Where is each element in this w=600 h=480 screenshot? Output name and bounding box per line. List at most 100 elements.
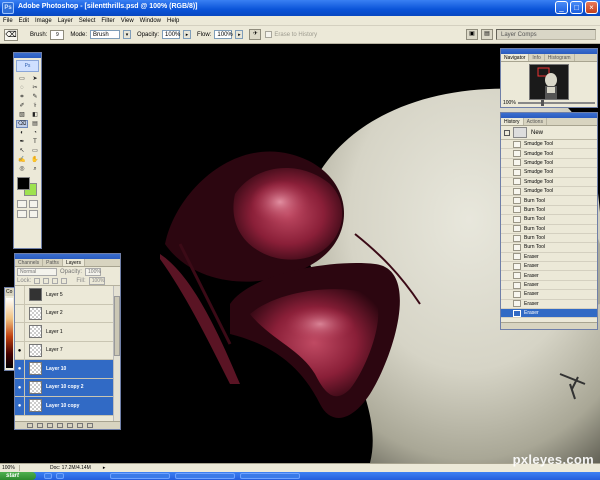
lock-all-checkbox[interactable] — [61, 278, 68, 284]
layer-opacity-field[interactable]: 100% — [85, 268, 102, 276]
eyedropper-tool-icon[interactable]: ✋ — [29, 156, 41, 164]
history-item[interactable]: Smudge Tool — [501, 140, 597, 150]
history-item[interactable]: Burn Tool — [501, 225, 597, 234]
lasso-tool-icon[interactable]: ◌ — [16, 84, 28, 92]
history-item[interactable]: Smudge Tool — [501, 187, 597, 197]
toggle-palettes-button[interactable]: ▤ — [481, 29, 493, 40]
menu-select[interactable]: Select — [79, 18, 96, 24]
menu-help[interactable]: Help — [167, 18, 179, 24]
pen-tool-icon[interactable]: ✒ — [16, 138, 28, 146]
history-item[interactable]: Eraser — [501, 309, 597, 319]
history-item[interactable]: Smudge Tool — [501, 149, 597, 159]
history-item[interactable]: Smudge Tool — [501, 159, 597, 169]
eye-icon[interactable] — [15, 323, 25, 341]
history-item[interactable]: Eraser — [501, 300, 597, 310]
quicklaunch-icon[interactable] — [44, 473, 52, 479]
new-layer-icon[interactable] — [77, 423, 83, 428]
history-item[interactable]: Smudge Tool — [501, 168, 597, 178]
magic-wand-tool-icon[interactable]: ✂ — [29, 84, 41, 92]
menu-window[interactable]: Window — [140, 18, 161, 24]
layer-mask-icon[interactable] — [47, 423, 53, 428]
tool-preset-picker[interactable]: ⌫ — [4, 28, 18, 41]
tab-history[interactable]: History — [501, 118, 524, 125]
blend-mode-select[interactable]: Normal — [17, 268, 57, 276]
airbrush-toggle[interactable]: ✈ — [249, 29, 262, 40]
quicklaunch-icon[interactable] — [56, 473, 64, 479]
layers-scroll-thumb[interactable] — [114, 296, 120, 356]
navigator-zoom-value[interactable]: 100% — [503, 100, 516, 106]
history-item[interactable]: Burn Tool — [501, 234, 597, 244]
shape-tool-icon[interactable]: ▭ — [29, 147, 41, 155]
gradient-tool-icon[interactable]: ▤ — [29, 120, 41, 128]
healing-brush-tool-icon[interactable]: ✐ — [16, 102, 28, 110]
trash-icon[interactable] — [87, 423, 93, 428]
tab-layers[interactable]: Layers — [62, 259, 85, 266]
history-brush-tool-icon[interactable]: ◧ — [29, 111, 41, 119]
dodge-tool-icon[interactable]: ◔ — [29, 129, 41, 137]
zoom-tool-icon[interactable]: ⌕ — [29, 165, 41, 173]
crop-tool-icon[interactable]: ⌗ — [16, 93, 28, 101]
history-item[interactable]: Eraser — [501, 253, 597, 263]
layer-row[interactable]: ● Layer 10 — [15, 360, 120, 379]
menu-filter[interactable]: Filter — [101, 18, 114, 24]
standard-mode-button[interactable] — [17, 200, 27, 208]
taskbar-button[interactable] — [110, 473, 170, 479]
eye-icon[interactable] — [15, 304, 25, 322]
opacity-field[interactable]: 100% — [162, 30, 180, 39]
navigator-preview[interactable] — [529, 64, 569, 100]
history-item[interactable]: Eraser — [501, 262, 597, 272]
history-item[interactable]: Burn Tool — [501, 243, 597, 253]
history-item[interactable]: Eraser — [501, 281, 597, 291]
palette-well-tab[interactable]: Layer Comps — [501, 32, 537, 38]
menu-edit[interactable]: Edit — [19, 18, 29, 24]
brush-picker[interactable]: 9 — [50, 29, 65, 40]
start-button[interactable]: start — [0, 472, 36, 480]
maximize-button[interactable]: □ — [570, 1, 583, 14]
palette-well[interactable]: Layer Comps — [496, 29, 596, 40]
new-set-icon[interactable] — [57, 423, 63, 428]
status-menu-arrow-icon[interactable]: ▸ — [103, 465, 106, 471]
hand-tool-icon[interactable]: ◎ — [16, 165, 28, 173]
history-item[interactable]: Eraser — [501, 290, 597, 300]
toolbox-logo[interactable]: Ps — [16, 60, 39, 72]
tab-paths[interactable]: Paths — [43, 259, 63, 266]
layer-row[interactable]: Layer 2 — [15, 304, 120, 323]
eye-icon[interactable]: ● — [15, 378, 25, 396]
layers-scrollbar[interactable] — [113, 286, 120, 422]
type-tool-icon[interactable]: T — [29, 138, 41, 146]
menu-image[interactable]: Image — [35, 18, 52, 24]
layer-row[interactable]: ● Layer 7 — [15, 341, 120, 360]
screen-mode-standard-button[interactable] — [17, 210, 27, 218]
history-item[interactable]: Eraser — [501, 271, 597, 281]
eye-icon[interactable]: ● — [15, 341, 25, 359]
notes-tool-icon[interactable]: ✍ — [16, 156, 28, 164]
move-tool-icon[interactable]: ➤ — [29, 75, 41, 83]
path-selection-tool-icon[interactable]: ↖ — [16, 147, 28, 155]
quick-mask-mode-button[interactable] — [28, 200, 38, 208]
brush-tool-icon[interactable]: ⚕ — [29, 102, 41, 110]
history-snapshot[interactable]: New — [501, 126, 597, 140]
navigator-zoom-slider[interactable] — [517, 100, 595, 106]
flow-field[interactable]: 100% — [214, 30, 233, 39]
lock-transparency-checkbox[interactable] — [34, 278, 41, 284]
tab-info[interactable]: Info — [529, 54, 545, 61]
status-zoom[interactable]: 100% — [0, 465, 20, 471]
mode-select[interactable]: Brush — [90, 30, 121, 39]
clone-stamp-tool-icon[interactable]: ▧ — [16, 111, 28, 119]
taskbar-button[interactable] — [240, 473, 300, 479]
slice-tool-icon[interactable]: ✎ — [29, 93, 41, 101]
adjustment-layer-icon[interactable] — [67, 423, 73, 428]
menu-view[interactable]: View — [121, 18, 134, 24]
layer-row[interactable]: ● Layer 10 copy 2 — [15, 378, 120, 397]
layer-row[interactable]: ● Layer 10 copy — [15, 397, 120, 416]
tab-actions[interactable]: Actions — [524, 118, 547, 125]
eye-icon[interactable] — [15, 286, 25, 304]
flow-dropdown-arrow[interactable]: ▸ — [235, 30, 244, 39]
history-item[interactable]: Burn Tool — [501, 215, 597, 225]
color-ramp[interactable] — [6, 298, 13, 368]
zoom-slider-knob[interactable] — [540, 100, 544, 106]
history-brush-source-icon[interactable] — [504, 129, 510, 136]
file-browser-button[interactable]: ▣ — [466, 29, 478, 40]
fill-field[interactable]: 100% — [88, 277, 105, 285]
menu-file[interactable]: File — [3, 18, 13, 24]
